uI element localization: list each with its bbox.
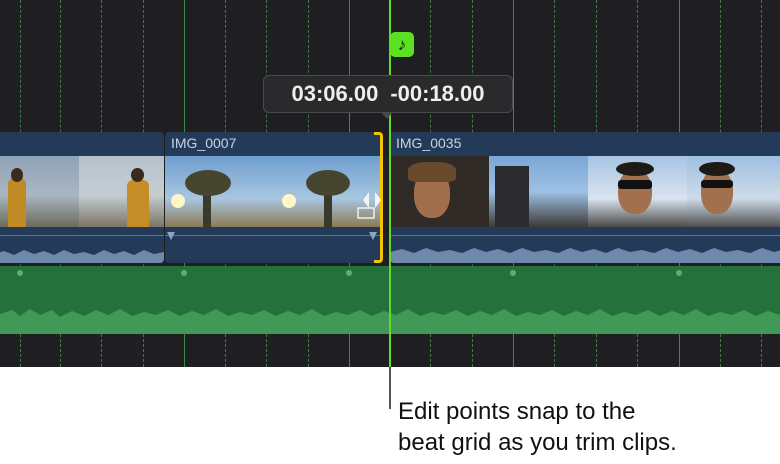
callout-line-2: beat grid as you trim clips.	[398, 429, 677, 456]
clip-thumbnail	[79, 156, 164, 227]
beat-marker	[17, 270, 23, 276]
clip-thumbnail	[687, 156, 780, 227]
trim-handle-icon[interactable]	[356, 180, 386, 220]
clip-thumbnail	[489, 156, 588, 227]
beat-marker	[181, 270, 187, 276]
clip-audio-waveform	[390, 248, 780, 263]
clip-divider	[165, 235, 383, 236]
beat-marker	[676, 270, 682, 276]
timecode-readout: 03:06.00 -00:18.00	[263, 75, 513, 113]
callout-line-1: Edit points snap to the	[398, 398, 636, 425]
clip-title: IMG_0007	[171, 135, 237, 151]
clip-title: IMG_0035	[396, 135, 462, 151]
callout-leader-line	[389, 367, 391, 409]
timeline[interactable]: IMG_0007 IMG_0035 ♪ 03:06.00 -00:18.00	[0, 0, 780, 367]
clip-thumbnail	[390, 156, 489, 227]
beat-marker	[510, 270, 516, 276]
video-clip[interactable]	[0, 132, 164, 263]
video-clip[interactable]: IMG_0007	[165, 132, 383, 263]
clip-thumbnail	[588, 156, 687, 227]
beat-marker	[346, 270, 352, 276]
music-note-icon: ♪	[390, 32, 414, 57]
clip-thumbnail	[165, 156, 274, 227]
clip-thumbnails	[0, 156, 164, 227]
clip-thumbnail	[0, 156, 79, 227]
timecode-delta: -00:18.00	[390, 81, 485, 106]
video-clip[interactable]: IMG_0035	[390, 132, 780, 263]
clip-thumbnails	[390, 156, 780, 227]
callout-text: Edit points snap to the beat grid as you…	[398, 396, 677, 458]
clip-thumbnails	[165, 156, 383, 227]
readout-pointer	[381, 112, 393, 119]
clip-divider	[390, 235, 780, 236]
clip-divider	[0, 235, 164, 236]
timecode-position: 03:06.00	[291, 81, 379, 106]
clip-audio-waveform	[0, 250, 164, 263]
fade-handle-icon[interactable]	[165, 230, 177, 242]
